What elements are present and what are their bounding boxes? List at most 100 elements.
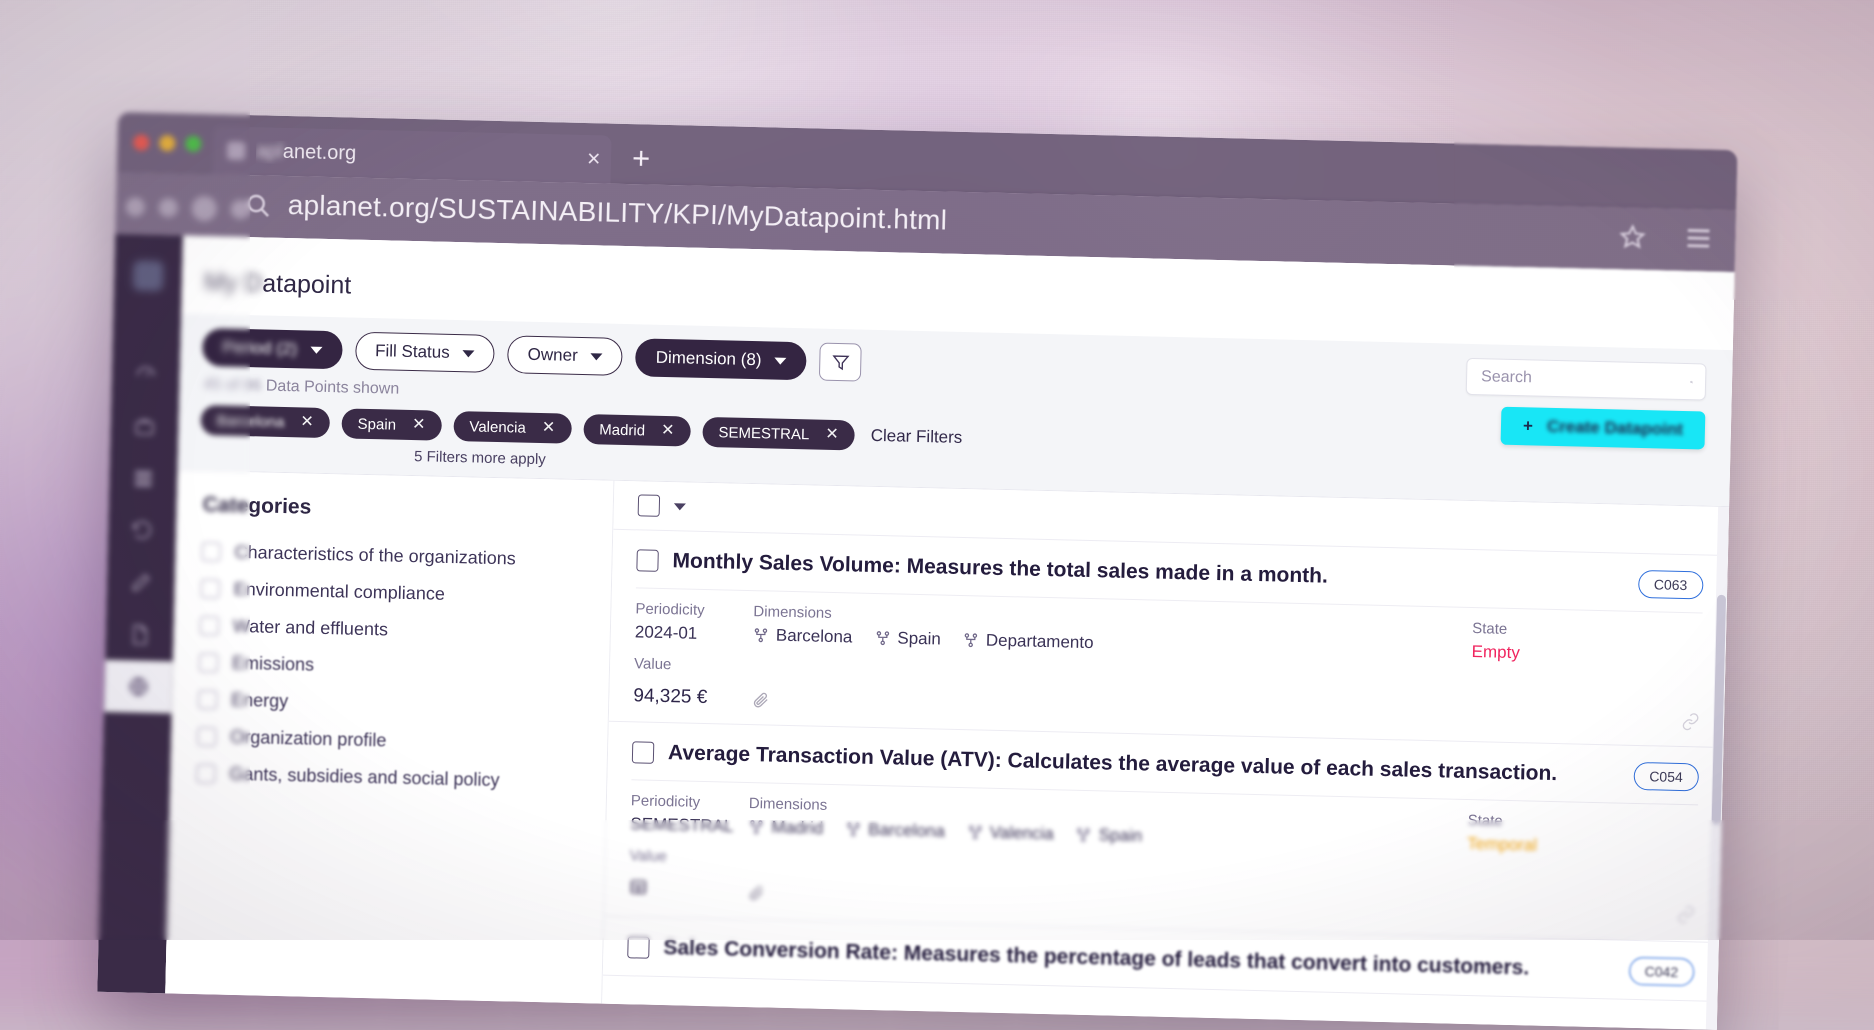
datapoint-card[interactable]: Monthly Sales Volume: Measures the total… <box>609 530 1728 748</box>
create-datapoint-label: Create Datapoint <box>1547 417 1683 440</box>
dimension-label: Valencia <box>990 823 1054 845</box>
filter-chip-semestral[interactable]: SEMESTRAL ✕ <box>702 417 855 451</box>
minimize-window-button[interactable] <box>159 135 175 151</box>
plus-icon: + <box>1523 416 1533 436</box>
clear-filters-link[interactable]: Clear Filters <box>870 426 962 448</box>
chip-label: SEMESTRAL <box>718 424 809 443</box>
select-all-checkbox[interactable] <box>638 494 661 517</box>
filter-chip-madrid[interactable]: Madrid ✕ <box>583 414 691 447</box>
sidebar-item-documents[interactable] <box>105 608 174 662</box>
filter-chip-barcelona[interactable]: Barcelona ✕ <box>200 405 330 438</box>
datapoint-list: Monthly Sales Volume: Measures the total… <box>602 481 1729 1030</box>
filter-chip-valencia[interactable]: Valencia ✕ <box>453 411 572 444</box>
dimension-label: Departamento <box>986 631 1094 654</box>
filter-dimension-button[interactable]: Dimension (8) <box>635 338 807 380</box>
node-graph-icon <box>748 819 764 835</box>
periodicity-label: Periodicity <box>631 792 749 812</box>
rail-spacer <box>131 713 138 993</box>
checkbox-icon[interactable] <box>196 764 215 783</box>
back-button[interactable] <box>126 197 145 216</box>
close-icon[interactable]: ✕ <box>825 427 839 443</box>
star-icon[interactable] <box>1619 223 1646 250</box>
results-count-label: Data Points shown <box>266 378 400 398</box>
close-icon[interactable]: ✕ <box>300 414 314 430</box>
forward-button[interactable] <box>159 198 178 217</box>
row-actions[interactable] <box>770 690 1700 731</box>
node-graph-icon <box>874 630 890 646</box>
tab-title-visible: anet.org <box>283 140 357 164</box>
page-title-masked: My D <box>204 268 263 297</box>
categories-heading: Categories <box>202 493 590 526</box>
checkbox-icon[interactable] <box>200 616 219 635</box>
search-icon <box>244 191 273 220</box>
checkbox-icon[interactable] <box>197 727 216 746</box>
dashboard-icon <box>135 363 158 386</box>
close-icon[interactable]: ✕ <box>412 417 426 433</box>
search-icon[interactable] <box>1690 373 1693 391</box>
favicon-icon <box>227 142 245 160</box>
filter-owner-button[interactable]: Owner <box>507 335 623 376</box>
paperclip-icon[interactable] <box>751 690 770 709</box>
globe-icon <box>127 675 150 698</box>
close-tab-button[interactable]: × <box>587 147 601 170</box>
checkbox-icon[interactable] <box>199 653 218 672</box>
datapoint-title: Monthly Sales Volume: Measures the total… <box>672 549 1624 595</box>
results-count-number: 45 of 86 <box>203 376 261 394</box>
url-text[interactable]: aplanet.org/SUSTAINABILITY/KPI/MyDatapoi… <box>287 189 947 237</box>
dimension-label: Barcelona <box>868 820 945 842</box>
category-item-grants-subsidies[interactable]: Gants, subsidies and social policy <box>196 755 585 801</box>
search-input[interactable] <box>1479 367 1690 392</box>
paperclip-icon[interactable] <box>747 883 766 902</box>
node-graph-icon <box>845 821 861 837</box>
reload-button[interactable] <box>191 196 217 222</box>
checkbox-icon[interactable] <box>201 579 220 598</box>
state-field: State Temporal <box>1467 812 1698 859</box>
create-datapoint-button[interactable]: + Create Datapoint <box>1501 407 1706 450</box>
search-box[interactable] <box>1466 358 1707 401</box>
browser-actions[interactable] <box>1619 223 1712 251</box>
sidebar-item-briefcase[interactable] <box>110 400 179 454</box>
sidebar-item-edit[interactable] <box>106 556 175 610</box>
close-icon[interactable]: ✕ <box>542 420 556 436</box>
hamburger-icon[interactable] <box>1685 227 1712 250</box>
row-checkbox[interactable] <box>632 741 655 764</box>
sidebar-item-dashboard[interactable] <box>111 348 180 402</box>
datapoint-code-badge: C042 <box>1628 957 1694 987</box>
dimension-item: Madrid <box>748 817 823 839</box>
category-label: Emissions <box>232 653 315 676</box>
datapoint-code-badge: C054 <box>1633 762 1699 792</box>
page-title: My Datapoint <box>204 268 352 300</box>
sidebar-item-sustainability[interactable] <box>104 660 173 714</box>
maximize-window-button[interactable] <box>185 136 201 152</box>
checkbox-icon[interactable] <box>198 690 217 709</box>
datapoint-card[interactable]: Average Transaction Value (ATV): Calcula… <box>604 722 1723 943</box>
close-icon[interactable]: ✕ <box>661 423 675 439</box>
filter-fill-status-button[interactable]: Fill Status <box>355 332 495 373</box>
filter-dimension-label: Dimension (8) <box>655 348 761 370</box>
sidebar-item-library[interactable] <box>109 452 178 506</box>
briefcase-icon <box>133 415 156 438</box>
close-window-button[interactable] <box>133 134 149 150</box>
row-actions[interactable] <box>766 883 1696 924</box>
chevron-down-icon <box>463 350 475 357</box>
pencil-icon <box>130 571 153 594</box>
filter-period-button[interactable]: Period (2) <box>202 328 342 369</box>
link-icon[interactable] <box>1681 711 1700 730</box>
sidebar-item-history[interactable] <box>108 504 177 558</box>
window-traffic-lights[interactable] <box>133 134 201 152</box>
app-logo[interactable] <box>133 260 164 291</box>
filter-chip-spain[interactable]: Spain ✕ <box>341 408 441 440</box>
browser-nav-buttons[interactable] <box>125 194 250 222</box>
value-text: 94,325 € <box>633 685 751 710</box>
periodicity-value: SEMESTRAL <box>630 814 748 837</box>
chevron-down-icon <box>591 353 603 360</box>
library-icon <box>132 467 155 490</box>
chevron-down-icon[interactable] <box>674 503 686 510</box>
link-icon[interactable] <box>1676 905 1695 924</box>
table-icon[interactable] <box>629 877 648 896</box>
advanced-filter-button[interactable] <box>819 343 862 382</box>
new-tab-button[interactable]: + <box>632 142 651 173</box>
row-checkbox[interactable] <box>636 549 659 572</box>
chip-label: Madrid <box>599 421 645 439</box>
checkbox-icon[interactable] <box>201 542 220 561</box>
